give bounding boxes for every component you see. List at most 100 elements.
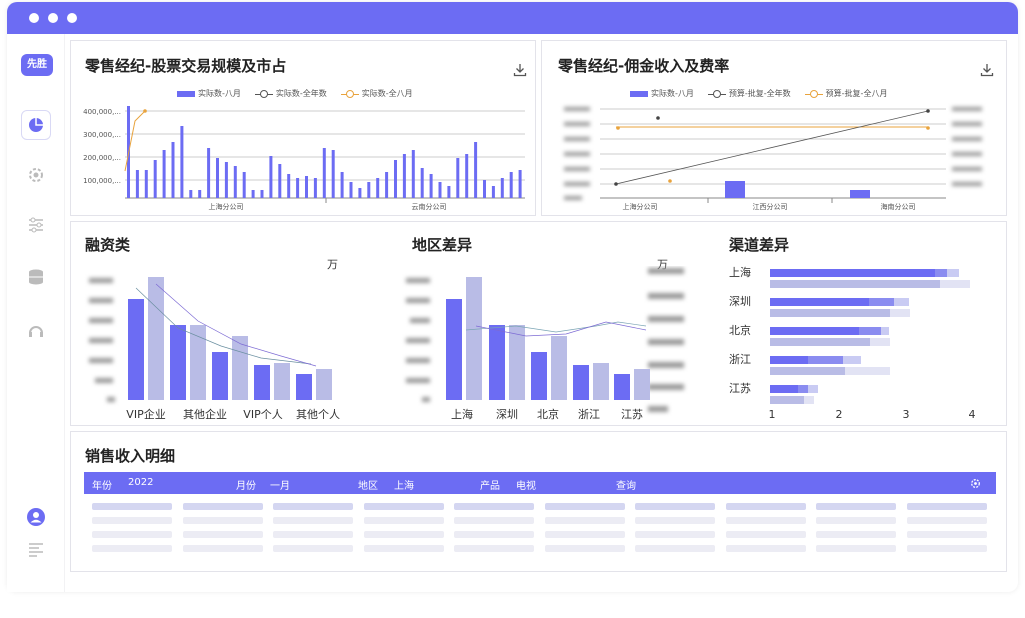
legend-item: 预算-批复-全八月 — [804, 88, 888, 99]
x-tick-label: 深圳 — [496, 408, 518, 421]
table-cell-placeholder — [182, 503, 263, 510]
commission-card: 零售经纪-佣金收入及费率 实际数-八月 预算-批复-全年数 预算-批复-全八月 … — [541, 40, 1007, 216]
x-tick-label: 海南分公司 — [881, 202, 916, 211]
table-cell-placeholder — [182, 545, 263, 552]
query-button[interactable]: 查询 — [616, 477, 636, 492]
commission-chart: 上海分公司 江西分公司 海南分公司 — [564, 107, 982, 211]
bar — [438, 182, 442, 198]
bar — [242, 172, 246, 198]
bar — [349, 182, 353, 198]
bar — [466, 277, 482, 400]
bar — [394, 160, 397, 198]
year-label: 年份 — [92, 481, 112, 492]
filter-bar: 年份 2022 月份 一月 地区 上海 产品 电视 查询 — [84, 472, 996, 494]
month-select[interactable]: 一月 — [270, 477, 290, 492]
bar — [367, 182, 371, 198]
table-cell-placeholder — [454, 545, 534, 552]
legend-swatch — [630, 90, 648, 97]
bar — [573, 365, 589, 400]
series-point — [143, 109, 147, 113]
sliders-icon[interactable] — [25, 214, 47, 236]
window-dot-1[interactable] — [29, 13, 39, 23]
download-icon[interactable] — [980, 63, 994, 77]
bar — [260, 190, 264, 198]
user-icon[interactable] — [25, 506, 47, 528]
legend-label: 预算-批复-全年数 — [728, 89, 791, 98]
bar — [296, 374, 312, 400]
bar — [474, 142, 478, 198]
y-tick-label: 400,000,... — [83, 108, 121, 116]
series-point — [614, 182, 618, 186]
table-cell-placeholder — [273, 503, 353, 510]
download-icon[interactable] — [513, 63, 527, 77]
series-point — [616, 126, 620, 130]
stock-trade-card: 零售经纪-股票交易规模及市占 实际数-八月 实际数-全年数 实际数-全八月 40… — [70, 40, 536, 216]
y-tick-label: 100,000,... — [83, 177, 121, 185]
bar-group — [770, 269, 970, 404]
table-cell-placeholder — [635, 531, 715, 538]
x-tick-label: 浙江 — [578, 408, 600, 421]
bar — [224, 162, 228, 198]
table-cell-placeholder — [544, 531, 625, 538]
chart-legend: 实际数-八月 实际数-全年数 实际数-全八月 — [177, 88, 413, 99]
bar — [254, 365, 270, 400]
bar — [233, 166, 237, 198]
sidebar: 先胜 — [7, 34, 65, 592]
bar — [489, 325, 505, 400]
table-cell-placeholder — [273, 545, 353, 552]
y-tick-label: 200,000,... — [83, 154, 121, 162]
legend-label: 预算-批复-全八月 — [825, 89, 888, 98]
bar — [198, 190, 202, 198]
gear-icon[interactable] — [25, 164, 47, 186]
x-tick-label: 江苏 — [621, 408, 643, 421]
table-cell-placeholder — [454, 503, 534, 510]
window-dot-3[interactable] — [67, 13, 77, 23]
database-icon[interactable] — [25, 266, 47, 288]
region-select[interactable]: 上海 — [394, 477, 414, 492]
bar — [212, 352, 228, 400]
table-cell-placeholder — [273, 517, 353, 524]
region-chart: 上海 深圳 北京 浙江 江苏 — [406, 268, 684, 421]
channel-chart: 上海 深圳 北京 浙江 江苏 1 2 3 4 — [729, 265, 976, 421]
year-select[interactable]: 2022 — [128, 477, 153, 488]
dashboard-icon[interactable] — [21, 110, 51, 140]
bar — [316, 369, 332, 400]
bar — [135, 170, 139, 198]
bar — [305, 176, 308, 198]
card-title: 渠道差异 — [729, 236, 790, 254]
table-cell-placeholder — [92, 503, 172, 510]
bar — [446, 299, 462, 400]
table-cell-placeholder — [544, 503, 625, 510]
window-dot-2[interactable] — [48, 13, 58, 23]
x-tick-label: VIP个人 — [243, 408, 282, 421]
analysis-card: 融资类 万 VIP企业 其他企业 VIP个人 其他个人 地区差异 万 上海 深圳… — [70, 221, 1007, 426]
bar — [850, 190, 870, 198]
headset-icon[interactable] — [25, 320, 47, 342]
menu-icon[interactable] — [25, 538, 47, 560]
bar — [313, 178, 317, 198]
x-group-label: 上海分公司 — [209, 202, 244, 211]
bar — [274, 363, 290, 400]
series-line — [615, 110, 929, 185]
x-tick-label: 3 — [903, 408, 910, 421]
bar — [162, 150, 166, 198]
bar — [171, 142, 175, 198]
financing-chart: VIP企业 其他企业 VIP个人 其他个人 — [89, 277, 340, 421]
bar — [385, 172, 389, 198]
bar — [148, 277, 164, 400]
legend-label: 实际数-八月 — [651, 89, 694, 98]
legend-swatch — [340, 89, 359, 99]
table-cell-placeholder — [816, 503, 896, 510]
bar — [500, 178, 504, 198]
bar — [207, 148, 211, 198]
bar — [456, 158, 460, 198]
bar — [614, 374, 630, 400]
x-group-label: 云南分公司 — [412, 202, 447, 211]
y-tick-label: 300,000,... — [83, 131, 121, 139]
x-tick-label: 江西分公司 — [753, 202, 788, 211]
settings-icon[interactable] — [970, 478, 981, 489]
x-tick-label: VIP企业 — [126, 407, 165, 421]
bar — [170, 325, 186, 400]
product-select[interactable]: 电视 — [516, 477, 536, 492]
table-cell-placeholder — [363, 531, 444, 538]
